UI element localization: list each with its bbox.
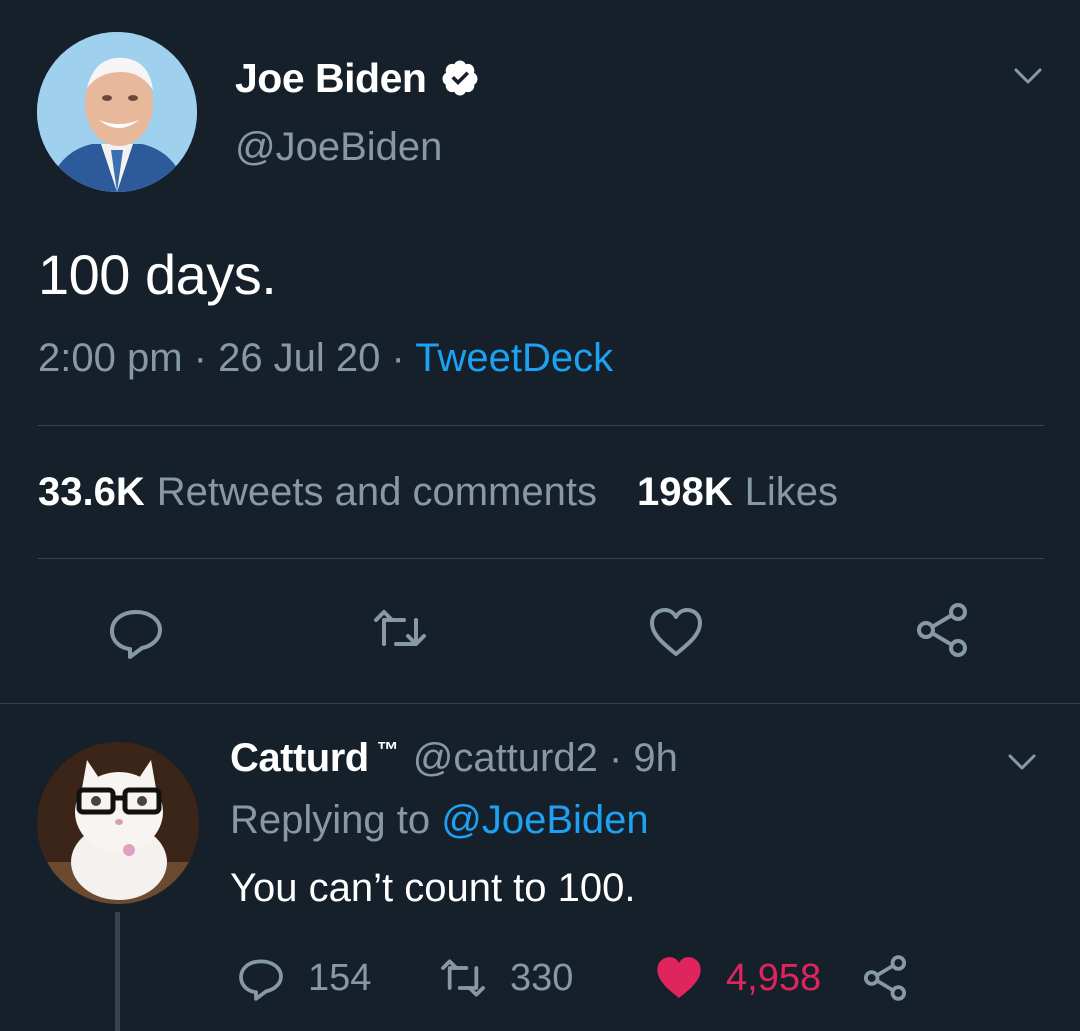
divider	[0, 703, 1080, 704]
reply-icon	[239, 959, 283, 1001]
heart-filled-icon	[657, 957, 701, 998]
replying-mention-link[interactable]: @JoeBiden	[441, 798, 648, 842]
reply-retweet-button[interactable]: 330	[438, 948, 573, 1008]
tweet-stats: 33.6K Retweets and comments 198K Likes	[38, 470, 838, 515]
author-avatar[interactable]	[37, 32, 197, 192]
reply-icon[interactable]	[106, 602, 166, 662]
likes-count[interactable]: 198K	[637, 470, 733, 515]
chevron-down-icon[interactable]	[1008, 56, 1048, 96]
reply-text: You can’t count to 100.	[230, 866, 636, 910]
chevron-down-icon[interactable]	[1002, 742, 1042, 782]
author-name-row: Joe Biden	[235, 50, 480, 106]
divider	[38, 558, 1044, 559]
retweets-label[interactable]: Retweets and comments	[157, 470, 597, 515]
likes-label[interactable]: Likes	[745, 470, 838, 515]
replying-prefix: Replying to	[230, 798, 442, 842]
reply-author-avatar[interactable]	[37, 742, 199, 904]
reply-author-handle-time[interactable]: @catturd2 · 9h	[413, 736, 678, 781]
reply-author-name[interactable]: Catturd	[230, 736, 369, 781]
divider	[38, 425, 1044, 426]
reply-author-tm: ™	[376, 737, 399, 762]
meta-separator: ·	[380, 336, 416, 380]
thread-line	[115, 912, 120, 1031]
cat-avatar-icon	[37, 742, 199, 904]
reply-share-button[interactable]	[860, 948, 910, 1008]
retweet-icon[interactable]	[370, 602, 430, 662]
share-icon[interactable]	[912, 600, 972, 660]
tweet-text: 100 days.	[38, 243, 277, 306]
tweet-source-link[interactable]: TweetDeck	[415, 336, 613, 380]
author-handle[interactable]: @JoeBiden	[235, 125, 442, 170]
retweet-icon	[441, 959, 485, 997]
replying-to: Replying to @JoeBiden	[230, 798, 649, 843]
tweet-date: 26 Jul 20	[218, 336, 381, 380]
retweet-count: 330	[510, 956, 574, 999]
reply-reply-button[interactable]: 154	[236, 948, 371, 1008]
tweet-meta: 2:00 pm · 26 Jul 20 · TweetDeck	[38, 336, 613, 381]
retweets-count[interactable]: 33.6K	[38, 470, 145, 515]
reply-header: Catturd ™ @catturd2 · 9h	[230, 736, 678, 781]
author-name[interactable]: Joe Biden	[235, 55, 427, 102]
meta-separator: ·	[182, 336, 219, 380]
like-icon[interactable]	[646, 602, 706, 662]
avatar-photo-icon	[37, 32, 197, 192]
verified-badge-icon	[442, 60, 478, 96]
like-count: 4,958	[726, 956, 822, 999]
reply-count: 154	[308, 956, 372, 999]
tweet-time: 2:00 pm	[38, 336, 183, 380]
share-icon	[863, 955, 907, 1001]
reply-like-button[interactable]: 4,958	[654, 948, 821, 1008]
